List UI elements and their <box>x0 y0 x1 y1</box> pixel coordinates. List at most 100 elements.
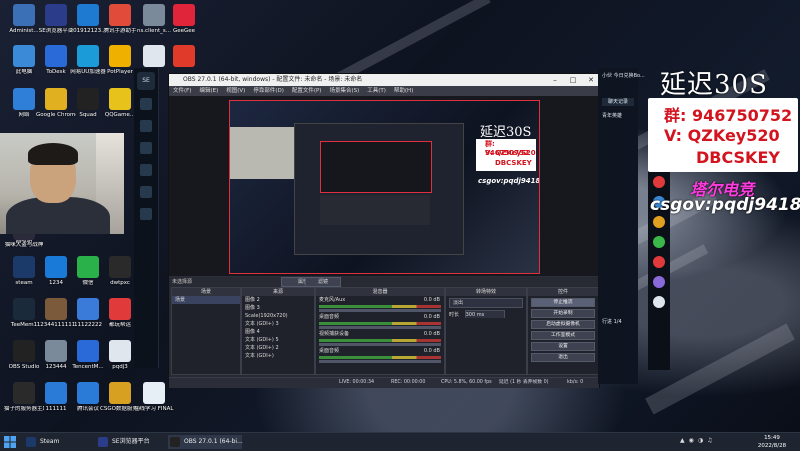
mixer-db: 0.0 dB <box>423 348 440 354</box>
sidebar-shop-icon[interactable] <box>140 186 152 198</box>
preview-dbc-text: DBCSKEY <box>495 159 532 167</box>
obs-bottom-area: 未选择源 属性 滤镜 场景 场景 来源 图像 2 图像 3 Scale(1920x7… <box>169 277 599 388</box>
volume-meter[interactable] <box>319 339 441 342</box>
app-icon <box>109 382 131 404</box>
volume-slider[interactable] <box>319 326 441 329</box>
source-item[interactable]: 图像 2 <box>242 296 314 304</box>
menu-item[interactable]: 视图(V) <box>226 88 245 94</box>
sidebar-settings-icon[interactable] <box>140 208 152 220</box>
mixer-channel: 麦克风/Aux 0.0 dB <box>316 296 444 304</box>
volume-slider[interactable] <box>319 343 441 346</box>
controls-dock: 控件 停止推流 开始录制 启动虚拟摄像机 工作室模式 设置 退出 <box>527 287 599 375</box>
obs-menubar: 文件(F) 编辑(E) 视图(V) 停靠部件(D) 配置文件(P) 场景集合(S) 工具(T… <box>169 86 599 96</box>
sidebar-home-icon[interactable] <box>140 98 152 110</box>
app-icon <box>143 4 165 26</box>
minimize-icon[interactable]: – <box>547 74 563 86</box>
avatar[interactable] <box>653 296 665 308</box>
app-icon <box>77 298 99 320</box>
transitions-dock: 转场特效 淡出 时长 300 ms <box>445 287 527 375</box>
desktop-icon[interactable]: 在线学习 FINAL BETA <box>134 382 174 426</box>
taskbar-app[interactable]: Steam <box>24 435 59 449</box>
desktop-icon[interactable]: GeeGee <box>164 4 204 48</box>
obs-preview[interactable]: 延迟30S 群: 946750752 V: QZKey520 DBCSKEY c… <box>169 96 599 276</box>
source-item[interactable]: 文本 (GDI+) 3 <box>242 320 314 328</box>
avatar[interactable] <box>653 176 665 188</box>
clock-date: 2022/8/28 <box>757 443 787 449</box>
volume-meter[interactable] <box>319 356 441 359</box>
menu-item[interactable]: 工具(T) <box>367 88 386 94</box>
mixer-db: 0.0 dB <box>423 331 440 337</box>
mixer-header: 混音器 <box>316 288 444 296</box>
volume-meter[interactable] <box>319 305 441 308</box>
start-windows-icon[interactable] <box>4 436 16 448</box>
avatar[interactable] <box>653 276 665 288</box>
sidebar-friends-icon[interactable] <box>140 164 152 176</box>
sidebar-play-icon[interactable] <box>140 120 152 132</box>
taskbar-app-icon <box>170 437 180 447</box>
wechat-id-text: V: QZKey520 <box>664 126 780 145</box>
source-item[interactable]: 图像 4 <box>242 328 314 336</box>
app-icon <box>143 45 165 67</box>
system-tray-icons[interactable]: ▲◉◑♫ <box>680 437 736 447</box>
menu-item[interactable]: 编辑(E) <box>199 88 218 94</box>
app-icon <box>13 88 35 110</box>
control-button[interactable]: 工作室模式 <box>531 331 595 340</box>
live-time: LIVE: 00:00:34 <box>339 380 375 385</box>
menu-item[interactable]: 文件(F) <box>173 88 191 94</box>
source-item[interactable]: 文本 (GDI+) 2 <box>242 344 314 352</box>
desktop-icon-label: 在线学习 FINAL BETA <box>134 406 174 412</box>
control-button[interactable]: 启动虚拟摄像机 <box>531 320 595 329</box>
source-item[interactable]: Scale(1920x720) <box>242 312 314 320</box>
sidebar-rank-icon[interactable] <box>140 142 152 154</box>
source-item[interactable]: 图像 3 <box>242 304 314 312</box>
menu-item[interactable]: 停靠部件(D) <box>253 88 284 94</box>
menu-item[interactable]: 配置文件(P) <box>292 88 322 94</box>
avatar[interactable] <box>653 236 665 248</box>
app-icon <box>109 256 131 278</box>
control-button[interactable]: 停止推流 <box>531 298 595 307</box>
chat-bottom-row: 行进 1/4 <box>602 319 622 325</box>
taskbar: Steam SE浏览器平台 OBS 27.0.1 (64-bi... ▲◉◑♫ 15… <box>0 432 800 451</box>
cpu-usage: CPU: 5.8%, 60.00 fps <box>441 380 492 385</box>
source-item[interactable]: 文本 (GDI+) <box>242 352 314 360</box>
taskbar-app-icon <box>26 437 36 447</box>
csgov-overlay-text: csgov:pqdj9418 <box>650 195 800 215</box>
volume-slider[interactable] <box>319 309 441 312</box>
control-button[interactable]: 退出 <box>531 353 595 362</box>
desktop-icon-label: 猫咪大盗与战神 <box>4 242 44 248</box>
webcam-overlay <box>0 133 124 234</box>
mixer-channel-name: 桌面音频 <box>319 314 340 320</box>
volume-slider[interactable] <box>319 360 441 363</box>
mixer-dock: 混音器 麦克风/Aux 0.0 dB 桌面音频 0.0 dB 视频捕获设备 0.0 dB 桌… <box>315 287 445 375</box>
app-icon <box>77 256 99 278</box>
duration-label: 时长 <box>449 312 460 318</box>
scene-item[interactable]: 场景 <box>172 296 240 304</box>
volume-meter[interactable] <box>319 322 441 325</box>
source-item[interactable]: 文本 (GDI+) 5 <box>242 336 314 344</box>
chat-tab-button[interactable]: 聊天记录 <box>602 98 634 106</box>
taskbar-clock[interactable]: 15:49 2022/8/28 <box>752 434 792 450</box>
taskbar-app[interactable]: OBS 27.0.1 (64-bi... <box>168 435 243 449</box>
close-icon[interactable]: ✕ <box>583 74 599 86</box>
taskbar-app[interactable]: SE浏览器平台 <box>96 435 150 449</box>
menu-item[interactable]: 场景集合(S) <box>329 88 359 94</box>
duration-input[interactable]: 300 ms <box>464 310 505 318</box>
obs-window: OBS 27.0.1 (64-bit, windows) - 配置文件: 未命名… <box>168 73 600 388</box>
control-button[interactable]: 开始录制 <box>531 309 595 318</box>
filters-button[interactable]: 滤镜 <box>305 277 341 287</box>
app-icon <box>77 4 99 26</box>
avatar[interactable] <box>653 216 665 228</box>
transitions-header: 转场特效 <box>446 288 526 296</box>
control-button[interactable]: 设置 <box>531 342 595 351</box>
preview-v-text: V: QZKey520 <box>485 149 536 157</box>
transition-select[interactable]: 淡出 <box>449 298 523 308</box>
maximize-icon[interactable]: □ <box>565 74 581 86</box>
mixer-channel: 桌面音频 0.0 dB <box>316 347 444 355</box>
mixer-db: 0.0 dB <box>423 314 440 320</box>
menu-item[interactable]: 帮助(H) <box>394 88 413 94</box>
scenes-dock: 场景 场景 <box>171 287 241 375</box>
app-icon <box>77 340 99 362</box>
group-number-text: 群: 946750752 <box>664 106 793 125</box>
avatar[interactable] <box>653 256 665 268</box>
app-icon <box>109 298 131 320</box>
